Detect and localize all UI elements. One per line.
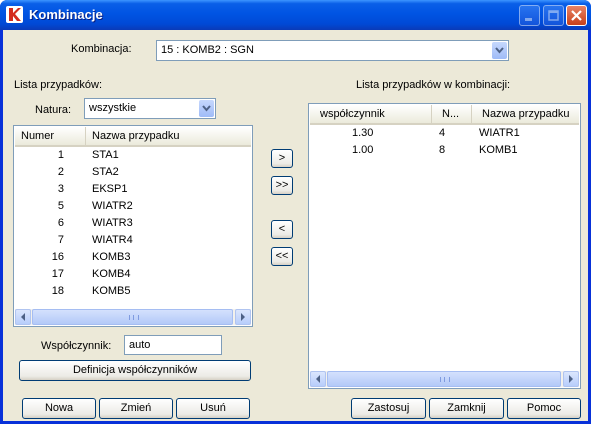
list-item[interactable]: 3 EKSP1 [15, 181, 251, 198]
combination-label: Kombinacja: [71, 43, 132, 55]
help-button[interactable]: Pomoc [507, 398, 581, 419]
list-item[interactable]: 16 KOMB3 [15, 249, 251, 266]
case-number: 8 [439, 144, 446, 156]
arrow-left-icon [316, 375, 320, 383]
list-item[interactable]: 18 KOMB5 [15, 283, 251, 300]
window-title: Kombinacje [29, 7, 103, 22]
factor-label: Współczynnik: [41, 340, 112, 352]
case-number: 2 [57, 166, 64, 178]
combination-cases-scrollbar[interactable] [310, 371, 579, 387]
natura-value: wszystkie [89, 102, 137, 114]
arrow-right-icon [241, 313, 245, 321]
list-item[interactable]: 1.30 4 WIATR1 [310, 125, 579, 142]
remove-all-cases-button[interactable]: << [271, 247, 293, 266]
column-header-nazwa[interactable]: Nazwa przypadku [86, 127, 252, 145]
chevron-down-icon [495, 47, 504, 54]
arrow-left-icon [21, 313, 25, 321]
case-name: KOMB1 [479, 144, 518, 156]
column-header-numer[interactable]: Numer [15, 127, 86, 145]
combination-cases-label: Lista przypadków w kombinacji: [356, 79, 511, 91]
case-number: 16 [51, 251, 64, 263]
available-cases-scrollbar[interactable] [15, 309, 251, 325]
list-item[interactable]: 2 STA2 [15, 164, 251, 181]
new-button[interactable]: Nowa [22, 398, 96, 419]
remove-case-button[interactable]: < [271, 220, 293, 239]
case-factor: 1.30 [352, 127, 374, 139]
apply-button[interactable]: Zastosuj [351, 398, 426, 419]
chevron-down-icon [202, 105, 211, 112]
close-button[interactable]: Zamknij [429, 398, 504, 419]
factor-definition-button[interactable]: Definicja współczynników [19, 360, 251, 381]
case-number: 7 [57, 234, 64, 246]
case-name: WIATR3 [92, 217, 133, 229]
natura-select[interactable]: wszystkie [84, 98, 216, 119]
factor-input[interactable] [124, 335, 222, 355]
combination-cases-header: współczynnik N... Nazwa przypadku [310, 105, 579, 125]
scroll-right-button[interactable] [235, 309, 251, 325]
combination-select[interactable]: 15 : KOMB2 : SGN [156, 40, 509, 61]
scroll-left-button[interactable] [310, 371, 326, 387]
arrow-right-icon [569, 375, 573, 383]
add-case-button[interactable]: > [271, 149, 293, 168]
combination-cases-list[interactable]: współczynnik N... Nazwa przypadku 1.30 4 W… [308, 103, 581, 389]
case-number: 17 [51, 268, 64, 280]
column-header-numer[interactable]: N... [432, 105, 472, 123]
maximize-button[interactable] [543, 5, 564, 26]
natura-label: Natura: [35, 104, 72, 116]
case-name: KOMB5 [92, 285, 131, 297]
case-name: WIATR4 [92, 234, 133, 246]
case-number: 18 [51, 285, 64, 297]
case-name: EKSP1 [92, 183, 128, 195]
scroll-thumb[interactable] [32, 309, 233, 325]
list-item[interactable]: 17 KOMB4 [15, 266, 251, 283]
case-name: KOMB4 [92, 268, 131, 280]
delete-button[interactable]: Usuń [176, 398, 250, 419]
case-number: 6 [57, 217, 64, 229]
available-cases-header: Numer Nazwa przypadku [15, 127, 251, 147]
case-name: STA2 [92, 166, 119, 178]
case-factor: 1.00 [352, 144, 374, 156]
list-item[interactable]: 7 WIATR4 [15, 232, 251, 249]
list-item[interactable]: 6 WIATR3 [15, 215, 251, 232]
list-item[interactable]: 5 WIATR2 [15, 198, 251, 215]
factor-input-field[interactable] [125, 336, 221, 354]
combination-value: 15 : KOMB2 : SGN [161, 44, 254, 56]
scroll-left-button[interactable] [15, 309, 31, 325]
column-header-wspolczynnik[interactable]: współczynnik [310, 105, 432, 123]
case-list-label: Lista przypadków: [14, 79, 103, 91]
dialog-body: Kombinacja: 15 : KOMB2 : SGN Lista przyp… [3, 30, 588, 421]
minimize-button[interactable] [519, 5, 540, 26]
column-header-nazwa[interactable]: Nazwa przypadku [472, 105, 580, 123]
natura-dropdown-arrow[interactable] [199, 100, 214, 117]
list-item[interactable]: 1 STA1 [15, 147, 251, 164]
scroll-thumb[interactable] [327, 371, 561, 387]
change-button[interactable]: Zmień [99, 398, 173, 419]
case-number: 4 [439, 127, 446, 139]
case-name: KOMB3 [92, 251, 131, 263]
close-window-button[interactable] [566, 5, 587, 26]
case-name: WIATR1 [479, 127, 520, 139]
case-number: 5 [57, 200, 64, 212]
app-logo-icon [6, 6, 23, 23]
case-number: 1 [57, 149, 64, 161]
case-name: STA1 [92, 149, 119, 161]
scroll-right-button[interactable] [563, 371, 579, 387]
kombinacje-window: Kombinacje Kombinacja: 15 : KOMB2 : SGN … [0, 0, 591, 424]
combination-dropdown-arrow[interactable] [492, 42, 507, 59]
list-item[interactable]: 1.00 8 KOMB1 [310, 142, 579, 159]
case-name: WIATR2 [92, 200, 133, 212]
available-cases-list[interactable]: Numer Nazwa przypadku 1 STA1 2 STA2 3 EKSP1 5 W… [13, 125, 253, 327]
case-number: 3 [57, 183, 64, 195]
add-all-cases-button[interactable]: >> [271, 176, 293, 195]
title-bar[interactable]: Kombinacje [0, 0, 591, 30]
